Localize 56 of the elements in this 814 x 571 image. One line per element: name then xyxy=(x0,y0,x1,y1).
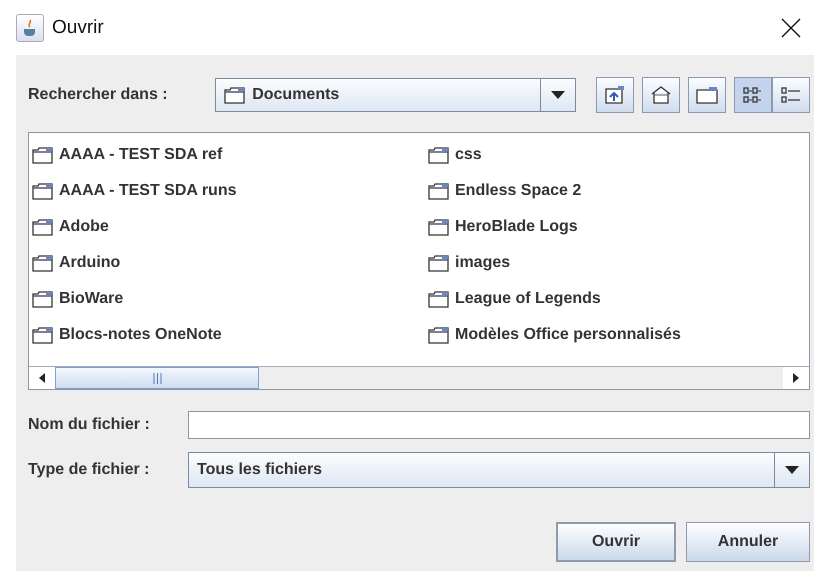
folder-item[interactable]: images xyxy=(455,254,510,272)
folder-icon xyxy=(32,290,54,308)
dropdown-arrow-icon xyxy=(551,91,565,99)
file-type-value: Tous les fichiers xyxy=(196,461,324,479)
folder-item[interactable]: Adobe xyxy=(59,218,109,236)
folder-item[interactable]: BioWare xyxy=(59,290,124,308)
left-arrow-icon xyxy=(39,373,45,383)
dialog-button[interactable]: Annuler xyxy=(686,522,810,562)
scroll-left-button[interactable] xyxy=(29,367,55,389)
folder-icon xyxy=(32,254,54,272)
folder-item[interactable]: AAAA - TEST SDA runs xyxy=(59,182,236,200)
folder-item[interactable]: Modèles Office personnalisés xyxy=(455,326,681,344)
folder-icon xyxy=(428,326,450,344)
close-icon xyxy=(781,18,801,38)
folder-icon xyxy=(32,326,54,344)
new-folder-button[interactable] xyxy=(688,77,726,113)
list-view-icon xyxy=(743,86,763,104)
folder-icon xyxy=(32,146,54,164)
window-title: Ouvrir xyxy=(52,16,105,38)
folder-item[interactable]: css xyxy=(455,146,482,164)
folder-item[interactable]: League of Legends xyxy=(455,290,601,308)
home-icon xyxy=(650,85,672,105)
folder-item[interactable]: Endless Space 2 xyxy=(455,182,582,200)
right-arrow-icon xyxy=(793,373,799,383)
folder-icon xyxy=(428,290,450,308)
folder-item[interactable]: HeroBlade Logs xyxy=(455,218,578,236)
list-view-button[interactable] xyxy=(734,77,772,113)
folder-icon xyxy=(32,182,54,200)
file-name-field[interactable] xyxy=(188,411,810,439)
look-in-dropdown[interactable]: Documents xyxy=(215,78,576,112)
look-in-label: Rechercher dans : xyxy=(28,86,169,104)
scrollbar-thumb[interactable] xyxy=(55,367,259,389)
file-type-label: Type de fichier : xyxy=(28,461,151,479)
folder-icon xyxy=(428,218,450,236)
home-button[interactable] xyxy=(642,77,680,113)
file-name-label: Nom du fichier : xyxy=(28,416,151,434)
folder-icon xyxy=(32,218,54,236)
dropdown-arrow-icon xyxy=(785,466,799,474)
dialog-button[interactable]: Ouvrir xyxy=(556,522,676,562)
file-type-dropdown[interactable]: Tous les fichiers xyxy=(188,452,810,488)
folder-icon xyxy=(428,182,450,200)
folder-item[interactable]: Arduino xyxy=(59,254,120,272)
details-view-button[interactable] xyxy=(772,77,810,113)
up-button[interactable] xyxy=(596,77,634,113)
folder-icon xyxy=(428,254,450,272)
folder-icon xyxy=(696,86,718,104)
folder-up-icon xyxy=(604,85,626,105)
folder-item[interactable]: Blocs-notes OneNote xyxy=(59,326,222,344)
details-view-icon xyxy=(781,86,801,104)
folder-icon xyxy=(428,146,450,164)
folder-item[interactable]: AAAA - TEST SDA ref xyxy=(59,146,222,164)
horizontal-scrollbar[interactable] xyxy=(29,366,809,389)
app-icon xyxy=(16,14,44,42)
look-in-value: Documents xyxy=(252,86,340,104)
folder-icon xyxy=(224,86,246,104)
scroll-right-button[interactable] xyxy=(783,367,809,389)
